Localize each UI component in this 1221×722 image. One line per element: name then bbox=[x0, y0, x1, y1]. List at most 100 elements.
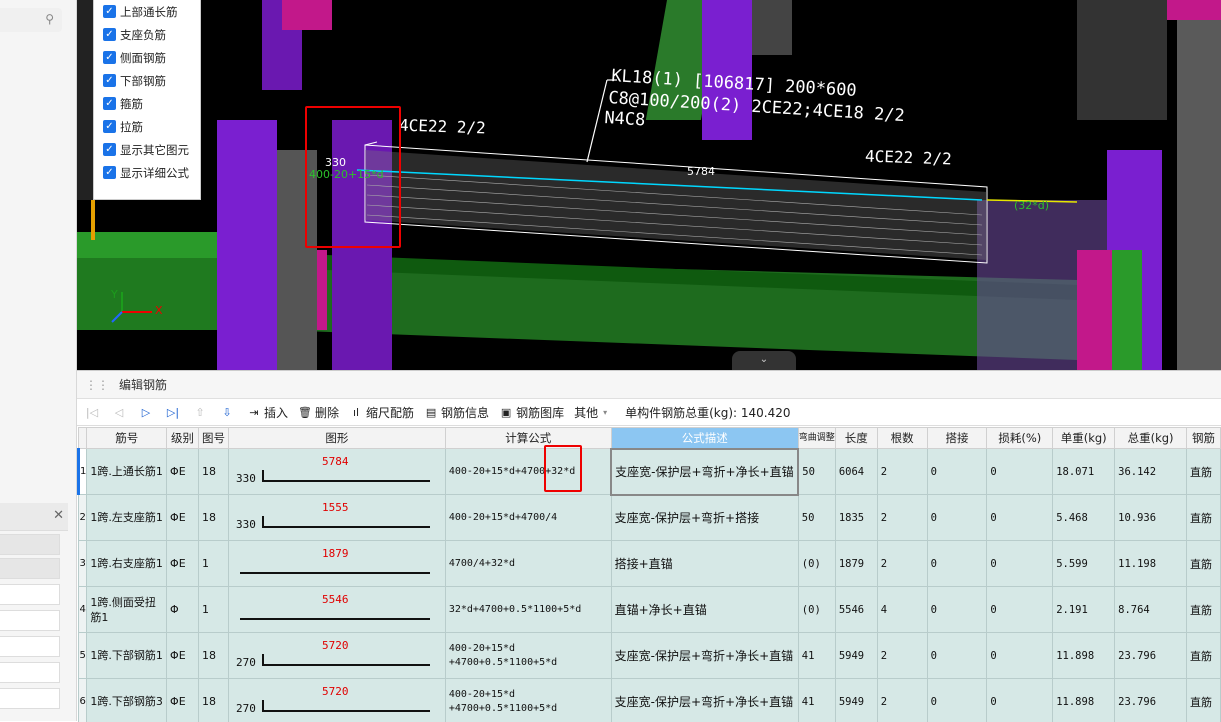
cell-name[interactable]: 1跨.左支座筋1 bbox=[87, 495, 167, 541]
cell-lap[interactable]: 0 bbox=[927, 587, 987, 633]
col-header[interactable]: 弯曲调整 bbox=[798, 428, 835, 449]
col-header[interactable]: 根数 bbox=[877, 428, 927, 449]
table-row[interactable]: 2 1跨.左支座筋1 ΦE 18 3301555 400-20+15*d+470… bbox=[79, 495, 1221, 541]
cell-lap[interactable]: 0 bbox=[927, 633, 987, 679]
filter-item-show-formula[interactable]: ✓显示详细公式 bbox=[94, 161, 200, 184]
cell-desc[interactable]: 支座宽-保护层+弯折+净长+直锚 bbox=[611, 449, 798, 495]
delete-button[interactable]: 🗑删除 bbox=[298, 404, 339, 421]
next-button[interactable]: ▷ bbox=[139, 406, 156, 419]
cell-bend[interactable]: 41 bbox=[798, 633, 835, 679]
cell-fig[interactable]: 18 bbox=[199, 633, 229, 679]
scale-rebar-button[interactable]: ıl缩尺配筋 bbox=[349, 404, 414, 421]
filter-item-tie-bar[interactable]: ✓拉筋 bbox=[94, 115, 200, 138]
filter-item-bottom-rebar[interactable]: ✓下部钢筋 bbox=[94, 69, 200, 92]
cell-formula[interactable]: 400-20+15*d+4700/4 bbox=[445, 495, 611, 541]
cell-formula[interactable]: 400-20+15*d+4700+32*d bbox=[445, 449, 611, 495]
cell-count[interactable]: 2 bbox=[877, 495, 927, 541]
cell-unit-weight[interactable]: 2.191 bbox=[1053, 587, 1115, 633]
cell-shape[interactable]: 1879 bbox=[228, 541, 445, 587]
cell-total-weight[interactable]: 23.796 bbox=[1115, 633, 1187, 679]
cell-bend[interactable]: 50 bbox=[798, 495, 835, 541]
cell-formula[interactable]: 4700/4+32*d bbox=[445, 541, 611, 587]
cell-count[interactable]: 4 bbox=[877, 587, 927, 633]
filter-item-show-other[interactable]: ✓显示其它图元 bbox=[94, 138, 200, 161]
cell-desc[interactable]: 支座宽-保护层+弯折+净长+直锚 bbox=[611, 633, 798, 679]
col-header[interactable]: 公式描述 bbox=[611, 428, 798, 449]
cell-count[interactable]: 2 bbox=[877, 449, 927, 495]
cell-unit-weight[interactable]: 5.468 bbox=[1053, 495, 1115, 541]
filter-item-stirrup[interactable]: ✓箍筋 bbox=[94, 92, 200, 115]
col-header[interactable]: 单重(kg) bbox=[1053, 428, 1115, 449]
cell-name[interactable]: 1跨.上通长筋1 bbox=[87, 449, 167, 495]
cell-lap[interactable]: 0 bbox=[927, 495, 987, 541]
cell-shape[interactable]: 5546 bbox=[228, 587, 445, 633]
move-up-button[interactable]: ⇧ bbox=[193, 406, 210, 419]
checkbox-icon[interactable]: ✓ bbox=[103, 5, 116, 18]
cell-type[interactable]: 直筋 bbox=[1186, 495, 1220, 541]
col-header[interactable]: 搭接 bbox=[927, 428, 987, 449]
col-header[interactable]: 长度 bbox=[835, 428, 877, 449]
cell-loss[interactable]: 0 bbox=[987, 633, 1053, 679]
cell-type[interactable]: 直筋 bbox=[1186, 679, 1220, 722]
other-dropdown[interactable]: 其他▾ bbox=[574, 404, 615, 421]
cell-count[interactable]: 2 bbox=[877, 679, 927, 722]
filter-item-side-rebar[interactable]: ✓侧面钢筋 bbox=[94, 46, 200, 69]
cell-name[interactable]: 1跨.右支座筋1 bbox=[87, 541, 167, 587]
cell-lap[interactable]: 0 bbox=[927, 679, 987, 722]
checkbox-icon[interactable]: ✓ bbox=[103, 74, 116, 87]
cell-loss[interactable]: 0 bbox=[987, 679, 1053, 722]
table-row[interactable]: 5 1跨.下部钢筋1 ΦE 18 2705720 400-20+15*d +47… bbox=[79, 633, 1221, 679]
cell-name[interactable]: 1跨.下部钢筋3 bbox=[87, 679, 167, 722]
cell-loss[interactable]: 0 bbox=[987, 541, 1053, 587]
cell-shape[interactable]: 2705720 bbox=[228, 633, 445, 679]
panel-row[interactable] bbox=[0, 610, 60, 631]
cell-desc[interactable]: 支座宽-保护层+弯折+净长+直锚 bbox=[611, 679, 798, 722]
table-row[interactable]: 6 1跨.下部钢筋3 ΦE 18 2705720 400-20+15*d +47… bbox=[79, 679, 1221, 722]
panel-row[interactable] bbox=[0, 688, 60, 709]
cell-length[interactable]: 1879 bbox=[835, 541, 877, 587]
cell-loss[interactable]: 0 bbox=[987, 449, 1053, 495]
cell-loss[interactable]: 0 bbox=[987, 587, 1053, 633]
cell-unit-weight[interactable]: 18.071 bbox=[1053, 449, 1115, 495]
prev-button[interactable]: ◁ bbox=[112, 406, 129, 419]
checkbox-icon[interactable]: ✓ bbox=[103, 28, 116, 41]
cell-type[interactable]: 直筋 bbox=[1186, 633, 1220, 679]
cell-bend[interactable]: (0) bbox=[798, 541, 835, 587]
cell-loss[interactable]: 0 bbox=[987, 495, 1053, 541]
col-header[interactable]: 图形 bbox=[228, 428, 445, 449]
col-header[interactable]: 筋号 bbox=[87, 428, 167, 449]
panel-row[interactable] bbox=[0, 558, 60, 579]
cell-formula[interactable]: 32*d+4700+0.5*1100+5*d bbox=[445, 587, 611, 633]
cell-length[interactable]: 5949 bbox=[835, 633, 877, 679]
cell-unit-weight[interactable]: 11.898 bbox=[1053, 633, 1115, 679]
rebar-library-button[interactable]: ▣钢筋图库 bbox=[499, 404, 564, 421]
cell-type[interactable]: 直筋 bbox=[1186, 541, 1220, 587]
panel-row[interactable] bbox=[0, 584, 60, 605]
cell-formula[interactable]: 400-20+15*d +4700+0.5*1100+5*d bbox=[445, 679, 611, 722]
cell-total-weight[interactable]: 11.198 bbox=[1115, 541, 1187, 587]
cell-length[interactable]: 6064 bbox=[835, 449, 877, 495]
cell-desc[interactable]: 支座宽-保护层+弯折+搭接 bbox=[611, 495, 798, 541]
table-row[interactable]: 4 1跨.侧面受扭筋1 Φ 1 5546 32*d+4700+0.5*1100+… bbox=[79, 587, 1221, 633]
cell-fig[interactable]: 18 bbox=[199, 449, 229, 495]
cell-total-weight[interactable]: 23.796 bbox=[1115, 679, 1187, 722]
cell-fig[interactable]: 1 bbox=[199, 587, 229, 633]
3d-viewport[interactable]: Y X KL18(1) [106817] 200*600 C8@100/200(… bbox=[77, 0, 1221, 370]
panel-row[interactable] bbox=[0, 534, 60, 555]
cell-desc[interactable]: 搭接+直锚 bbox=[611, 541, 798, 587]
cell-total-weight[interactable]: 10.936 bbox=[1115, 495, 1187, 541]
panel-row[interactable] bbox=[0, 636, 60, 657]
cell-desc[interactable]: 直锚+净长+直锚 bbox=[611, 587, 798, 633]
cell-type[interactable]: 直筋 bbox=[1186, 449, 1220, 495]
cell-grade[interactable]: ΦE bbox=[167, 679, 199, 722]
table-row[interactable]: 1 1跨.上通长筋1 ΦE 18 3305784 400-20+15*d+470… bbox=[79, 449, 1221, 495]
col-header[interactable]: 钢筋 bbox=[1186, 428, 1220, 449]
cell-fig[interactable]: 18 bbox=[199, 495, 229, 541]
move-down-button[interactable]: ⇩ bbox=[220, 406, 237, 419]
cell-unit-weight[interactable]: 11.898 bbox=[1053, 679, 1115, 722]
cell-total-weight[interactable]: 8.764 bbox=[1115, 587, 1187, 633]
col-header[interactable]: 总重(kg) bbox=[1115, 428, 1187, 449]
close-icon[interactable]: ✕ bbox=[53, 508, 64, 523]
drag-handle-icon[interactable]: ⋮⋮ bbox=[85, 378, 109, 392]
checkbox-icon[interactable]: ✓ bbox=[103, 166, 116, 179]
